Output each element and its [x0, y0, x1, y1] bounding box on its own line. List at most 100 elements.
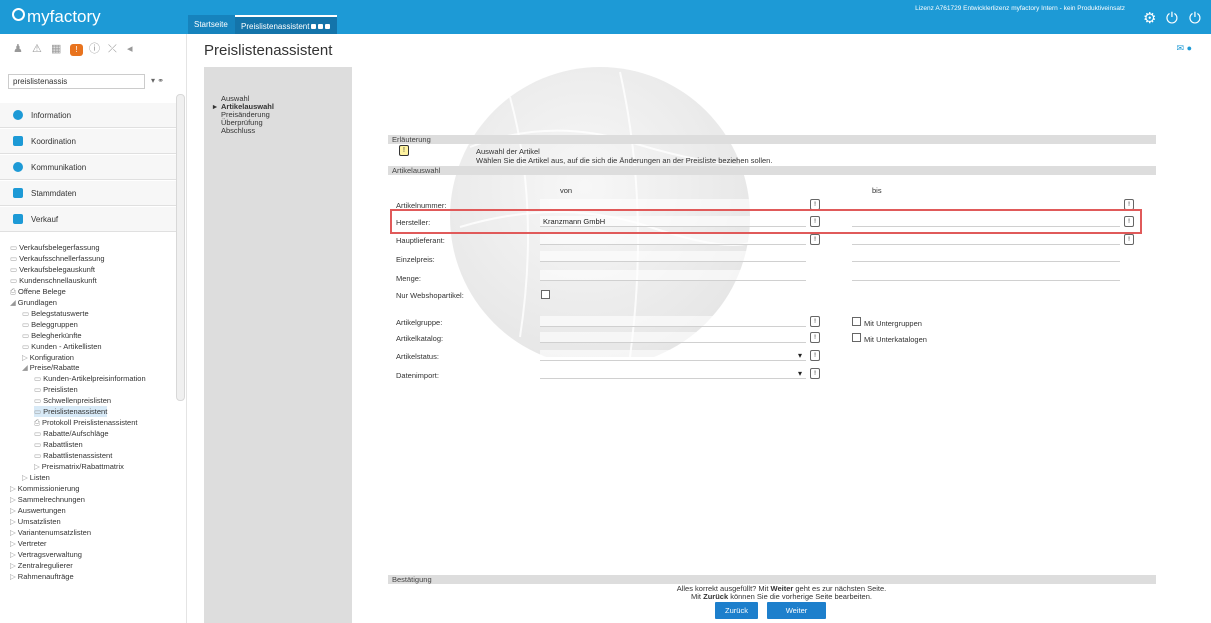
logout-icon[interactable]: ⏻ [1189, 11, 1201, 26]
power-icon[interactable]: ⏻ [1166, 11, 1178, 26]
tree-node-icon: ◢ [10, 297, 16, 307]
sidebar-tree-item[interactable]: ▷ Umsatzlisten [10, 516, 61, 527]
hersteller-bis-field[interactable] [852, 216, 1120, 227]
mit-unterkatalogen-checkbox[interactable] [852, 333, 861, 342]
user-icon[interactable]: ♟ [13, 43, 26, 55]
hauptlieferant-bis-field[interactable] [852, 234, 1120, 245]
mit-untergruppen-label: Mit Untergruppen [864, 319, 922, 328]
sidebar-tree-item[interactable]: ▷ Listen [22, 472, 50, 483]
calendar-icon[interactable]: ▦ [51, 43, 64, 55]
warning-icon[interactable]: ⚠ [32, 43, 45, 55]
sidebar-tree-item[interactable]: ▭ Kunden - Artikellisten [22, 341, 102, 352]
datenimport-dropdown-icon[interactable]: ▾ [798, 369, 802, 378]
sidebar-search-input[interactable] [8, 74, 145, 89]
sidebar-tree-item[interactable]: ▭ Verkaufsbelegerfassung [10, 242, 100, 253]
sidebar-tree-item[interactable]: ◢ Preise/Rabatte [22, 362, 79, 373]
tree-item-label: Kunden-Artikelpreisinformation [43, 374, 146, 384]
sidebar-section-kommunikation[interactable]: Kommunikation [0, 155, 176, 180]
einzelpreis-von-field[interactable] [540, 251, 806, 262]
sidebar-tree-item[interactable]: ▭ Preislistenassistent [34, 406, 108, 418]
tree-item-label: Preise/Rabatte [29, 363, 80, 373]
datenimport-select[interactable] [540, 368, 806, 379]
hauptlieferant-bis-info-button[interactable]: ! [1124, 234, 1134, 245]
hersteller-bis-info-button[interactable]: ! [1124, 216, 1134, 227]
sidebar-tree-item[interactable]: ▷ Auswertungen [10, 505, 66, 516]
tab-preislistenassistent[interactable]: Preislistenassistent [235, 15, 337, 34]
sidebar-tree-item[interactable]: ▭ Preislisten [34, 384, 78, 395]
sidebar-tree-item[interactable]: ▷ Konfiguration [22, 352, 74, 363]
sidebar-tree-item[interactable]: ▷ Sammelrechnungen [10, 494, 85, 505]
einzelpreis-bis-field[interactable] [852, 251, 1120, 262]
artikelkatalog-field[interactable] [540, 332, 806, 343]
hersteller-von-info-button[interactable]: ! [810, 216, 820, 227]
tree-item-label: Verkaufsbelegauskunft [19, 264, 95, 274]
tree-item-label: Listen [29, 472, 50, 482]
artikelkatalog-info-button[interactable]: ! [810, 332, 820, 343]
tree-node-icon: ▭ [10, 243, 18, 252]
tree-node-icon: ▭ [22, 319, 30, 329]
tree-node-icon: ▷ [10, 571, 16, 581]
sidebar-tree-item[interactable]: ▷ Variantenumsatzlisten [10, 527, 91, 538]
sidebar-tree-item[interactable]: ▭ Beleggruppen [22, 319, 78, 330]
sidebar-tree-item[interactable]: ▭ Schwellenpreislisten [34, 395, 111, 406]
sidebar-section-stammdaten[interactable]: Stammdaten [0, 181, 176, 206]
webshop-checkbox[interactable] [541, 290, 550, 299]
current-step-arrow-icon: ▸ [213, 102, 217, 111]
sidebar-tree-item[interactable]: ▷ Zentralregulierer [10, 560, 73, 571]
expand-icon[interactable]: ⤫ [108, 43, 121, 55]
hauptlieferant-von-field[interactable] [540, 234, 806, 245]
sidebar-tree-item[interactable]: ▷ Vertreter [10, 538, 47, 549]
sidebar-tree-item[interactable]: ▭ Verkaufsschnellerfassung [10, 253, 105, 264]
tab-close-icon[interactable] [325, 24, 331, 29]
sidebar-tree-item[interactable]: ▷ Vertragsverwaltung [10, 549, 82, 560]
tab-pin-icon[interactable] [318, 24, 324, 29]
tab-startseite[interactable]: Startseite [188, 15, 235, 34]
artikelgruppe-info-button[interactable]: ! [810, 316, 820, 327]
sidebar-tree-item[interactable]: ▭ Kunden-Artikelpreisinformation [34, 373, 146, 384]
search-options-icon[interactable]: ▾ ⚭ [151, 76, 164, 85]
sidebar-tree-item[interactable]: ▭ Belegherkünfte [22, 330, 82, 341]
artikelstatus-select[interactable] [540, 350, 806, 361]
menge-bis-field[interactable] [852, 270, 1120, 281]
gear-icon[interactable]: ⚙ [1143, 11, 1156, 26]
collapse-arrow-icon[interactable]: ◂ [127, 43, 140, 55]
confirm-line2: Mit Zurück können Sie die vorherige Seit… [352, 592, 1211, 601]
sidebar-section-verkauf[interactable]: Verkauf [0, 207, 176, 232]
hersteller-von-field[interactable]: Kranzmann GmbH [540, 216, 806, 227]
sidebar-scrollbar[interactable] [176, 94, 185, 401]
sidebar-tree-item[interactable]: ▭ Kundenschnellauskunft [10, 275, 97, 286]
sidebar-tree-item[interactable]: ▷ Kommissionierung [10, 483, 79, 494]
sidebar-section-information[interactable]: Information [0, 103, 176, 128]
tree-node-icon: ▭ [34, 396, 42, 406]
menge-von-field[interactable] [540, 270, 806, 281]
app-logo[interactable]: myfactory [12, 7, 101, 27]
mail-icon[interactable]: ✉ [1177, 43, 1185, 53]
sidebar-tree-item[interactable]: ▭ Rabattlistenassistent [34, 450, 112, 461]
artikelgruppe-field[interactable] [540, 316, 806, 327]
tab-refresh-icon[interactable] [311, 24, 317, 29]
artikelstatus-dropdown-icon[interactable]: ▾ [798, 351, 802, 360]
chat-bubble-icon[interactable]: ● [1187, 43, 1192, 53]
sidebar-tree-item[interactable]: ⎙ Offene Belege [10, 286, 66, 297]
artikelstatus-info-button[interactable]: ! [810, 350, 820, 361]
sidebar-tree-item[interactable]: ▭ Rabatte/Aufschläge [34, 428, 109, 439]
tree-node-icon: ▭ [22, 341, 30, 351]
datenimport-info-button[interactable]: ! [810, 368, 820, 379]
section-artikelauswahl: Artikelauswahl [388, 166, 1156, 175]
sidebar-tree-item[interactable]: ⎙ Protokoll Preislistenassistent [34, 417, 137, 428]
back-button[interactable]: Zurück [715, 602, 758, 619]
sidebar-tree-item[interactable]: ▭ Rabattlisten [34, 439, 83, 450]
sidebar-tree-item[interactable]: ▭ Verkaufsbelegauskunft [10, 264, 95, 275]
notification-badge-icon[interactable]: ! [70, 44, 83, 56]
hauptlieferant-von-info-button[interactable]: ! [810, 234, 820, 245]
wizard-step-abschluss[interactable]: Abschluss [221, 126, 255, 135]
sidebar-tree-item[interactable]: ▷ Rahmenaufträge [10, 571, 74, 582]
info-circle-icon[interactable]: ⓘ [89, 43, 102, 55]
mit-untergruppen-checkbox[interactable] [852, 317, 861, 326]
sidebar-tree-item[interactable]: ◢ Grundlagen [10, 297, 57, 308]
next-button[interactable]: Weiter [767, 602, 826, 619]
sidebar-section-koordination[interactable]: Koordination [0, 129, 176, 154]
sidebar-tree-item[interactable]: ▭ Belegstatuswerte [22, 308, 89, 319]
sidebar-tree-item[interactable]: ▷ Preismatrix/Rabattmatrix [34, 461, 124, 472]
tree-item-label: Umsatzlisten [17, 516, 61, 526]
